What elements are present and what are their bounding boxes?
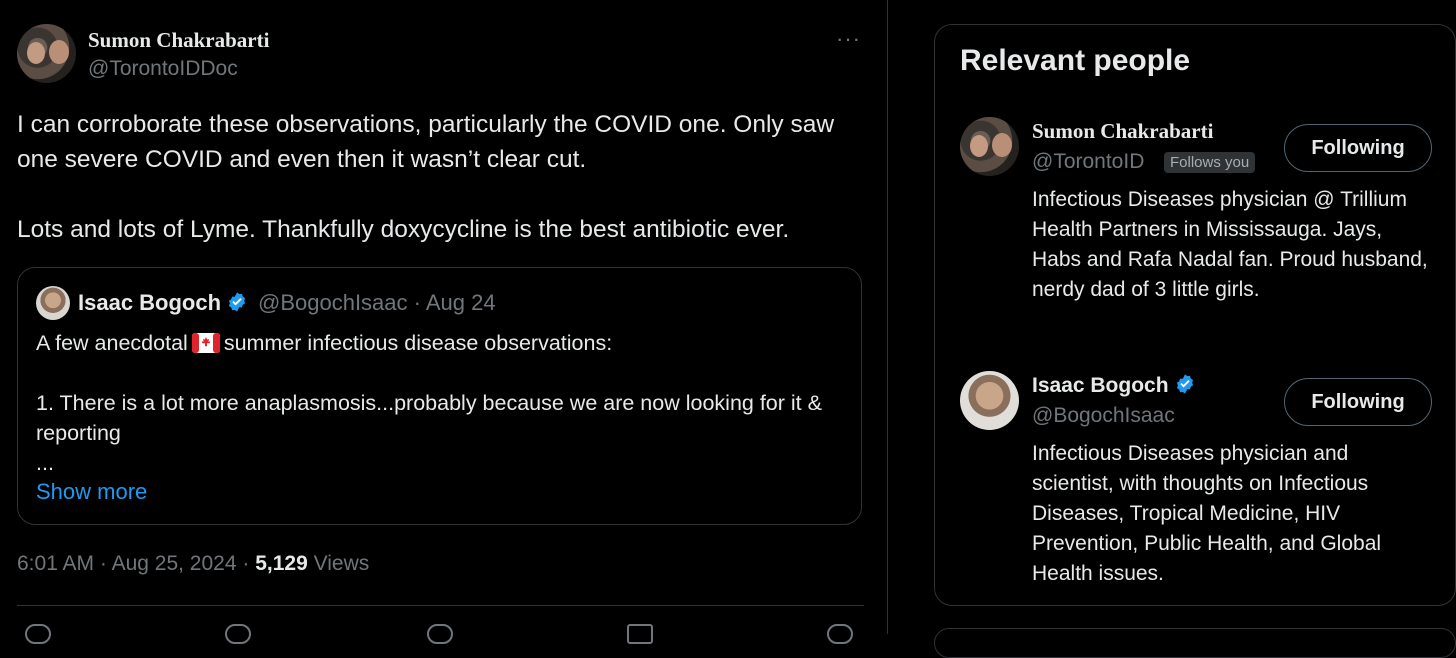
- quote-text-rest: 1. There is a lot more anaplasmosis...pr…: [36, 391, 822, 475]
- quote-text-middle: summer infectious disease observations:: [223, 331, 613, 355]
- views-label: Views: [313, 552, 370, 575]
- following-button[interactable]: Following: [1284, 378, 1432, 426]
- author-handle[interactable]: @TorontoIDDoc: [88, 57, 238, 81]
- verified-badge-icon: [1176, 374, 1193, 394]
- person-handle[interactable]: @BogochIsaac: [1032, 404, 1175, 428]
- person-bio: Infectious Diseases physician @ Trillium…: [1032, 188, 1428, 301]
- person-bio: Infectious Diseases physician and scient…: [1032, 442, 1382, 585]
- next-panel: [934, 628, 1456, 658]
- quote-author-name: Isaac Bogoch: [78, 290, 248, 316]
- panel-title: Relevant people: [960, 44, 1191, 77]
- reply-icon[interactable]: [25, 624, 51, 644]
- quote-date: Aug 24: [425, 290, 496, 315]
- relevant-people-panel: Relevant people Sumon Chakrabarti @Toron…: [934, 24, 1456, 606]
- show-more-link[interactable]: Show more: [36, 479, 147, 505]
- person-avatar[interactable]: [960, 371, 1019, 430]
- bookmark-icon[interactable]: [627, 624, 653, 644]
- person-avatar[interactable]: [960, 117, 1019, 176]
- person-name-text: Isaac Bogoch: [1032, 374, 1169, 397]
- more-options-icon[interactable]: ···: [836, 26, 861, 52]
- divider: [17, 605, 864, 606]
- tweet-detail: Sumon Chakrabarti @TorontoIDDoc ··· I ca…: [0, 0, 888, 644]
- tweet-text: I can corroborate these observations, pa…: [17, 111, 835, 243]
- quote-author-avatar: [36, 286, 70, 320]
- quote-text: A few anecdotal summer infectious disease…: [36, 328, 846, 478]
- person-handle[interactable]: @TorontoID: [1032, 150, 1144, 174]
- author-name[interactable]: Sumon Chakrabarti: [88, 28, 269, 53]
- repost-icon[interactable]: [225, 624, 251, 644]
- quote-tweet-card[interactable]: Isaac Bogoch @BogochIsaac · Aug 24 A few…: [17, 267, 862, 525]
- canada-flag-icon: [191, 333, 220, 353]
- views-count: 5,129: [255, 552, 308, 575]
- like-icon[interactable]: [427, 624, 453, 644]
- tweet-meta: 6:01 AM · Aug 25, 2024 · 5,129 Views: [17, 552, 370, 575]
- share-icon[interactable]: [827, 624, 853, 644]
- following-button[interactable]: Following: [1284, 124, 1432, 172]
- quote-author-name-text: Isaac Bogoch: [78, 290, 222, 315]
- verified-badge-icon: [228, 292, 246, 312]
- follows-you-badge: Follows you: [1164, 152, 1256, 173]
- quote-meta: @BogochIsaac · Aug 24: [258, 290, 496, 315]
- tweet-time[interactable]: 6:01 AM: [17, 552, 94, 575]
- person-name[interactable]: Isaac Bogoch: [1032, 373, 1196, 398]
- quote-author-handle: @BogochIsaac: [258, 290, 408, 315]
- person-name[interactable]: Sumon Chakrabarti: [1032, 119, 1213, 144]
- column-divider: [887, 0, 888, 634]
- tweet-date[interactable]: Aug 25, 2024: [112, 552, 237, 575]
- quote-text-start: A few anecdotal: [36, 331, 188, 355]
- author-avatar[interactable]: [17, 24, 76, 83]
